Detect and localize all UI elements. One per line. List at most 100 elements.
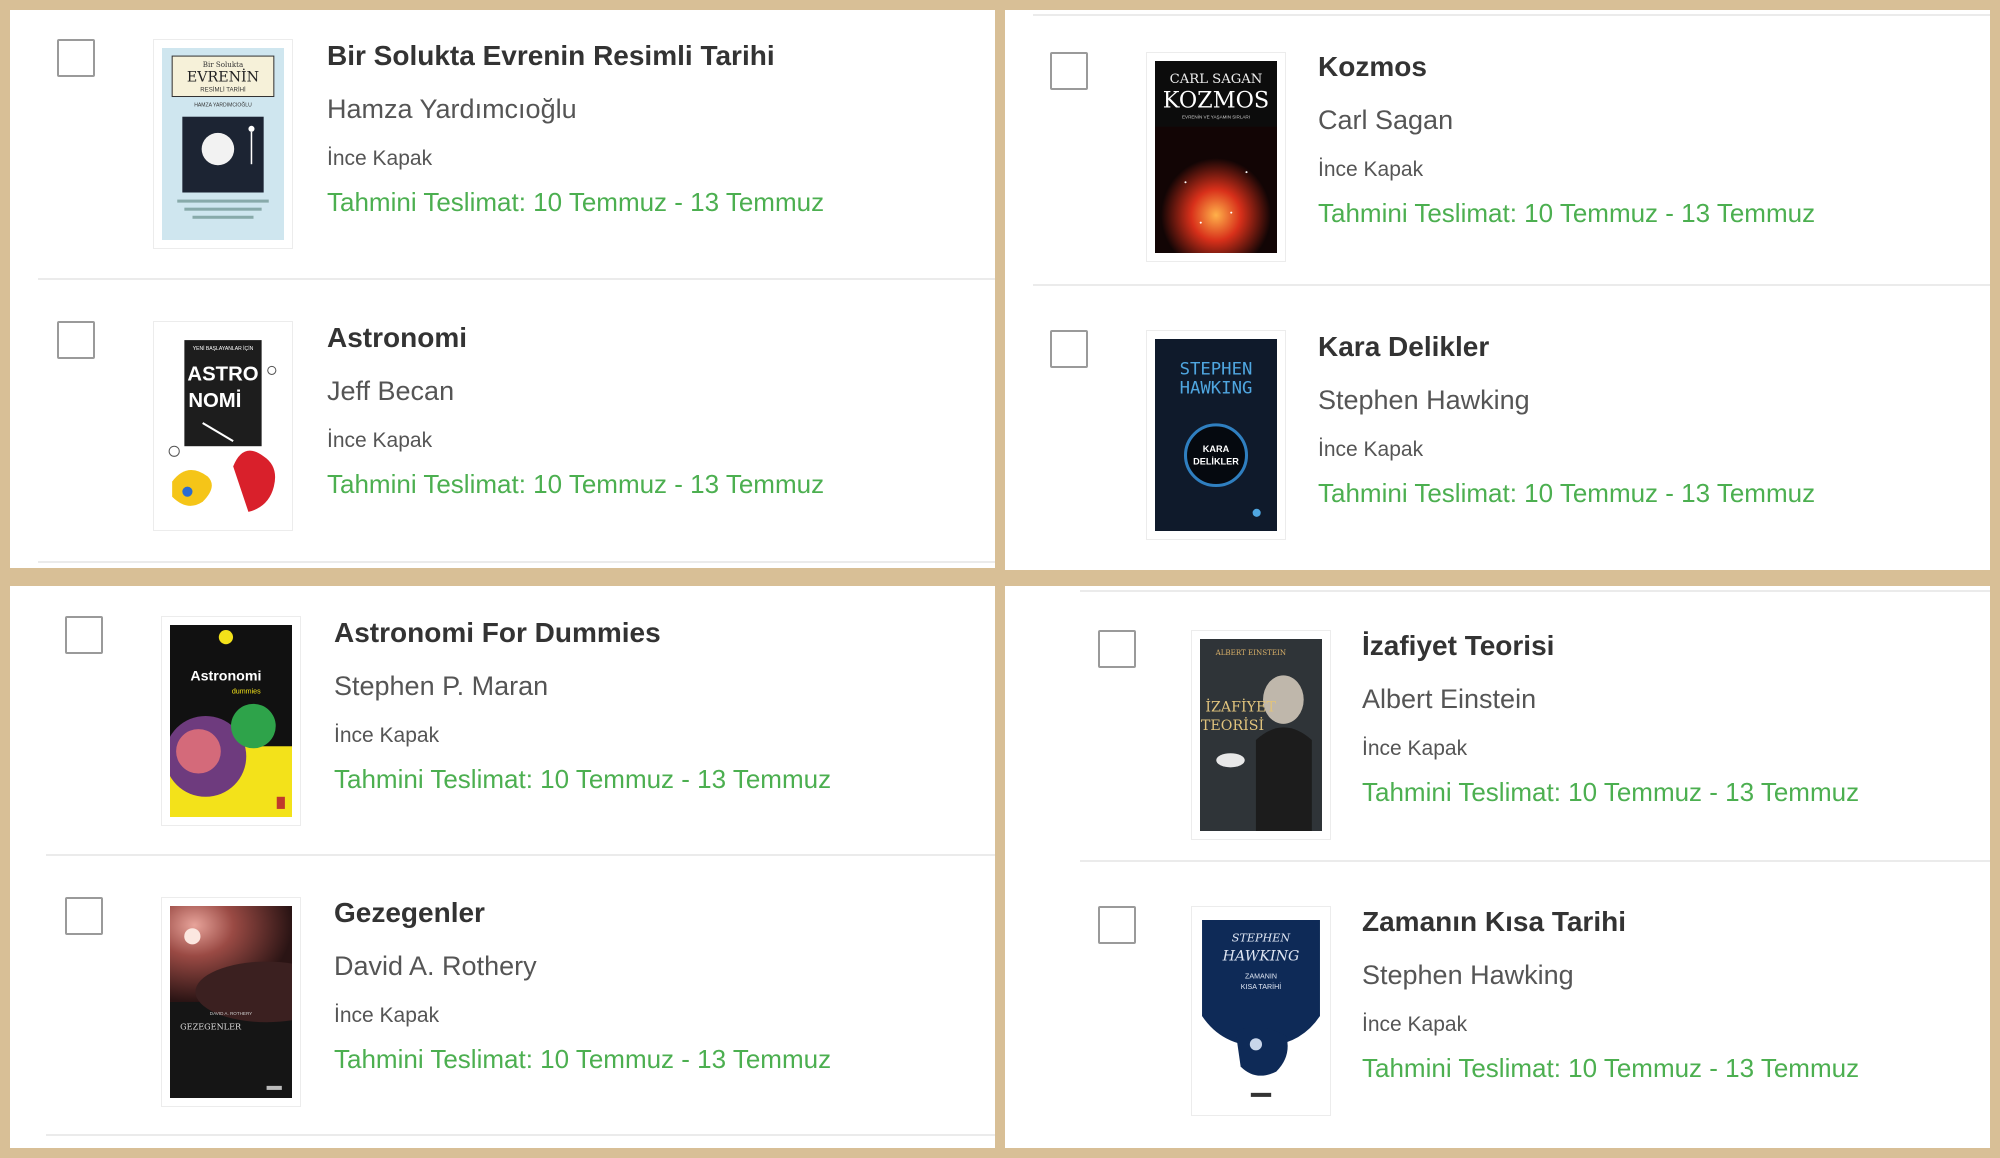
book-cover-art: Bir Solukta EVRENİN RESİMLİ TARİHİ HAMZA… (162, 48, 284, 240)
cover-text: İZAFİYET (1205, 698, 1276, 716)
row-divider (46, 1134, 995, 1136)
cover-text: YENİ BAŞLAYANLAR İÇİN (193, 345, 254, 352)
cart-panel-bottom-right: ALBERT EINSTEIN İZAFİYET TEORİSİ İzafiye… (1005, 586, 1990, 1148)
select-item-checkbox[interactable] (1050, 330, 1088, 368)
book-cover[interactable]: STEPHEN HAWKING ZAMANIN KISA TARİHİ (1191, 906, 1331, 1116)
cover-text: HAWKING (1222, 949, 1300, 965)
select-item-checkbox[interactable] (1098, 906, 1136, 944)
select-item-checkbox[interactable] (65, 897, 103, 935)
book-author[interactable]: David A. Rothery (334, 951, 831, 982)
book-author[interactable]: Stephen Hawking (1318, 385, 1815, 416)
binding-type: İnce Kapak (1362, 737, 1468, 760)
cart-panel-top-right: CARL SAGAN KOZMOS EVRENİN VE YAŞAMIN SIR… (1005, 10, 1990, 570)
cart-panel-bottom-left: Astronomi dummies Astronomi For Dummies … (10, 586, 995, 1148)
item-info: Zamanın Kısa Tarihi Stephen Hawking İnce… (1362, 906, 1859, 1084)
row-divider (1033, 284, 1990, 286)
cover-text: HAMZA YARDIMCIOĞLU (194, 102, 252, 109)
book-cover-art: STEPHEN HAWKING KARA DELİKLER (1155, 339, 1277, 531)
delivery-estimate: Tahmini Teslimat: 10 Temmuz - 13 Temmuz (1318, 478, 1816, 508)
select-item-checkbox[interactable] (57, 39, 95, 77)
cart-item: STEPHEN HAWKING KARA DELİKLER Kara Delik… (1005, 296, 1990, 566)
binding-type: İnce Kapak (1318, 158, 1424, 181)
delivery-estimate: Tahmini Teslimat: 10 Temmuz - 13 Temmuz (334, 1044, 832, 1074)
cover-text: EVRENİN (187, 67, 259, 85)
cover-text: GEZEGENLER (180, 1021, 242, 1031)
cover-text: TEORİSİ (1201, 716, 1264, 734)
row-divider (38, 561, 995, 563)
delivery-estimate: Tahmini Teslimat: 10 Temmuz - 13 Temmuz (327, 187, 825, 217)
book-cover-art: YENİ BAŞLAYANLAR İÇİN ASTRO NOMİ (162, 330, 284, 522)
book-title[interactable]: Kozmos (1318, 51, 1815, 83)
book-cover[interactable]: ALBERT EINSTEIN İZAFİYET TEORİSİ (1191, 630, 1331, 840)
cart-item: YENİ BAŞLAYANLAR İÇİN ASTRO NOMİ Astrono… (10, 293, 995, 563)
delivery-estimate: Tahmini Teslimat: 10 Temmuz - 13 Temmuz (327, 469, 825, 499)
cart-item: STEPHEN HAWKING ZAMANIN KISA TARİHİ Zama… (1005, 868, 1990, 1138)
book-cover-art: ALBERT EINSTEIN İZAFİYET TEORİSİ (1200, 639, 1322, 831)
cover-text: ALBERT EINSTEIN (1215, 648, 1286, 657)
select-item-checkbox[interactable] (57, 321, 95, 359)
delivery-estimate: Tahmini Teslimat: 10 Temmuz - 13 Temmuz (1318, 198, 1816, 228)
book-title[interactable]: Gezegenler (334, 897, 831, 929)
book-title[interactable]: Bir Solukta Evrenin Resimli Tarihi (327, 40, 824, 72)
cover-text: EVRENİN VE YAŞAMIN SIRLARI (1182, 114, 1250, 120)
cart-item: Astronomi dummies Astronomi For Dummies … (10, 586, 995, 856)
cart-item: DAVID A. ROTHERY GEZEGENLER Gezegenler D… (10, 866, 995, 1136)
book-author[interactable]: Hamza Yardımcıoğlu (327, 94, 824, 125)
book-cover[interactable]: YENİ BAŞLAYANLAR İÇİN ASTRO NOMİ (153, 321, 293, 531)
binding-type: İnce Kapak (327, 429, 433, 452)
item-info: Kozmos Carl Sagan İnce Kapak Tahmini Tes… (1318, 51, 1815, 229)
item-info: İzafiyet Teorisi Albert Einstein İnce Ka… (1362, 630, 1859, 808)
binding-type: İnce Kapak (334, 1004, 440, 1027)
item-info: Gezegenler David A. Rothery İnce Kapak T… (334, 897, 831, 1075)
book-cover-art: Astronomi dummies (170, 625, 292, 817)
book-title[interactable]: Astronomi For Dummies (334, 617, 831, 649)
cover-text: DELİKLER (1193, 456, 1239, 466)
book-author[interactable]: Stephen P. Maran (334, 671, 831, 702)
row-divider (38, 278, 995, 280)
book-title[interactable]: İzafiyet Teorisi (1362, 630, 1859, 662)
cart-item: Bir Solukta EVRENİN RESİMLİ TARİHİ HAMZA… (10, 10, 995, 280)
item-info: Kara Delikler Stephen Hawking İnce Kapak… (1318, 331, 1815, 509)
cover-text: STEPHEN (1232, 931, 1292, 944)
cart-item: ALBERT EINSTEIN İZAFİYET TEORİSİ İzafiye… (1005, 592, 1990, 862)
select-item-checkbox[interactable] (65, 616, 103, 654)
binding-type: İnce Kapak (1362, 1013, 1468, 1036)
book-author[interactable]: Carl Sagan (1318, 105, 1815, 136)
book-cover[interactable]: DAVID A. ROTHERY GEZEGENLER (161, 897, 301, 1107)
select-item-checkbox[interactable] (1050, 52, 1088, 90)
delivery-estimate: Tahmini Teslimat: 10 Temmuz - 13 Temmuz (1362, 1053, 1860, 1083)
cover-text: NOMİ (188, 389, 241, 412)
item-info: Astronomi For Dummies Stephen P. Maran İ… (334, 617, 831, 795)
cover-text: CARL SAGAN (1170, 72, 1263, 87)
delivery-estimate: Tahmini Teslimat: 10 Temmuz - 13 Temmuz (1362, 777, 1860, 807)
cover-text: ASTRO (187, 364, 258, 386)
cover-text: Astronomi (190, 669, 261, 685)
row-divider (1080, 860, 1990, 862)
item-info: Astronomi Jeff Becan İnce Kapak Tahmini … (327, 322, 824, 500)
book-cover-art: DAVID A. ROTHERY GEZEGENLER (170, 906, 292, 1098)
book-author[interactable]: Jeff Becan (327, 376, 824, 407)
book-cover-art: CARL SAGAN KOZMOS EVRENİN VE YAŞAMIN SIR… (1155, 61, 1277, 253)
book-cover[interactable]: STEPHEN HAWKING KARA DELİKLER (1146, 330, 1286, 540)
cover-text: KOZMOS (1163, 88, 1269, 114)
binding-type: İnce Kapak (1318, 438, 1424, 461)
cover-text: dummies (232, 688, 261, 696)
book-cover[interactable]: Astronomi dummies (161, 616, 301, 826)
book-author[interactable]: Albert Einstein (1362, 684, 1859, 715)
delivery-estimate: Tahmini Teslimat: 10 Temmuz - 13 Temmuz (334, 764, 832, 794)
book-title[interactable]: Zamanın Kısa Tarihi (1362, 906, 1859, 938)
cover-text: STEPHEN (1180, 359, 1253, 379)
book-cover[interactable]: CARL SAGAN KOZMOS EVRENİN VE YAŞAMIN SIR… (1146, 52, 1286, 262)
book-cover-art: STEPHEN HAWKING ZAMANIN KISA TARİHİ (1200, 915, 1322, 1107)
cover-text: HAWKING (1180, 379, 1253, 399)
binding-type: İnce Kapak (334, 724, 440, 747)
book-title[interactable]: Kara Delikler (1318, 331, 1815, 363)
row-divider (46, 854, 995, 856)
binding-type: İnce Kapak (327, 147, 433, 170)
cart-item: CARL SAGAN KOZMOS EVRENİN VE YAŞAMIN SIR… (1005, 16, 1990, 286)
book-author[interactable]: Stephen Hawking (1362, 960, 1859, 991)
book-title[interactable]: Astronomi (327, 322, 824, 354)
book-cover[interactable]: Bir Solukta EVRENİN RESİMLİ TARİHİ HAMZA… (153, 39, 293, 249)
cover-text: KISA TARİHİ (1241, 982, 1281, 991)
select-item-checkbox[interactable] (1098, 630, 1136, 668)
